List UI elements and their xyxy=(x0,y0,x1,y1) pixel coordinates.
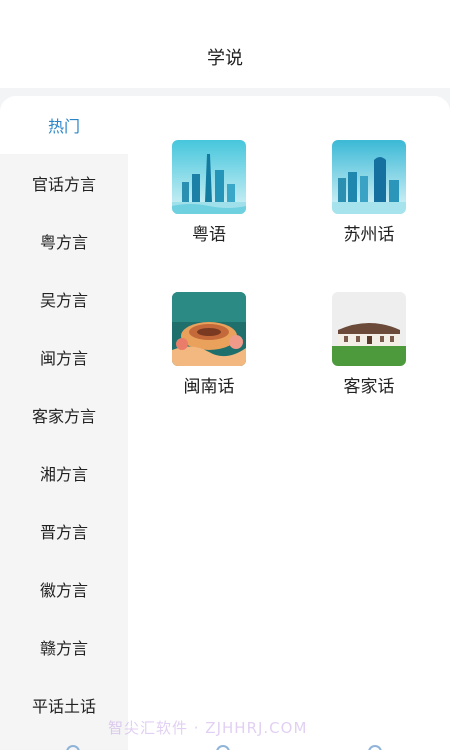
sidebar-item-min-dialects[interactable]: 闽方言 xyxy=(0,328,128,386)
sidebar-item-jin-dialects[interactable]: 晋方言 xyxy=(0,502,128,560)
dialect-label-suzhou: 苏州话 xyxy=(343,225,395,245)
guangzhou-skyline-thumbnail xyxy=(172,140,246,214)
watermark-text: 智尖汇软件 · ZJHHRJ.COM xyxy=(108,719,308,737)
top-bar: 学说 xyxy=(0,0,450,88)
category-sidebar: 热门 官话方言 粤方言 吴方言 闽方言 客家方言 湘方言 晋方言 徽方言 赣方言… xyxy=(0,96,128,750)
sidebar-item-hot[interactable]: 热门 xyxy=(0,96,128,154)
category-panel: 热门 官话方言 粤方言 吴方言 闽方言 客家方言 湘方言 晋方言 徽方言 赣方言… xyxy=(0,96,450,750)
sidebar-item-hakka-dialects[interactable]: 客家方言 xyxy=(0,386,128,444)
dialect-tile-suzhou[interactable]: 苏州话 xyxy=(314,140,424,245)
page-title: 学说 xyxy=(207,48,243,69)
tab-icon[interactable] xyxy=(66,745,80,750)
sidebar-item-hui-dialects[interactable]: 徽方言 xyxy=(0,560,128,618)
dialect-tile-cantonese[interactable]: 粤语 xyxy=(154,140,264,245)
tulou-illustration-thumbnail xyxy=(172,292,246,366)
hakka-roundhouse-thumbnail xyxy=(332,292,406,366)
sidebar-item-yue-dialects[interactable]: 粤方言 xyxy=(0,212,128,270)
dialect-label-hakka: 客家话 xyxy=(343,377,395,397)
sidebar-item-wu-dialects[interactable]: 吴方言 xyxy=(0,270,128,328)
tab-icon[interactable] xyxy=(368,745,382,750)
dialect-grid: 粤语 苏州话 闽南话 客家话 xyxy=(128,96,450,750)
tab-icon[interactable] xyxy=(216,745,230,750)
sidebar-item-xiang-dialects[interactable]: 湘方言 xyxy=(0,444,128,502)
bottom-tab-bar-peek xyxy=(0,742,450,750)
suzhou-skyline-thumbnail xyxy=(332,140,406,214)
dialect-tile-minnan[interactable]: 闽南话 xyxy=(154,292,264,397)
dialect-tile-hakka[interactable]: 客家话 xyxy=(314,292,424,397)
dialect-label-minnan: 闽南话 xyxy=(183,377,235,397)
dialect-label-cantonese: 粤语 xyxy=(192,225,226,245)
sidebar-item-mandarin-dialects[interactable]: 官话方言 xyxy=(0,154,128,212)
sidebar-item-gan-dialects[interactable]: 赣方言 xyxy=(0,618,128,676)
